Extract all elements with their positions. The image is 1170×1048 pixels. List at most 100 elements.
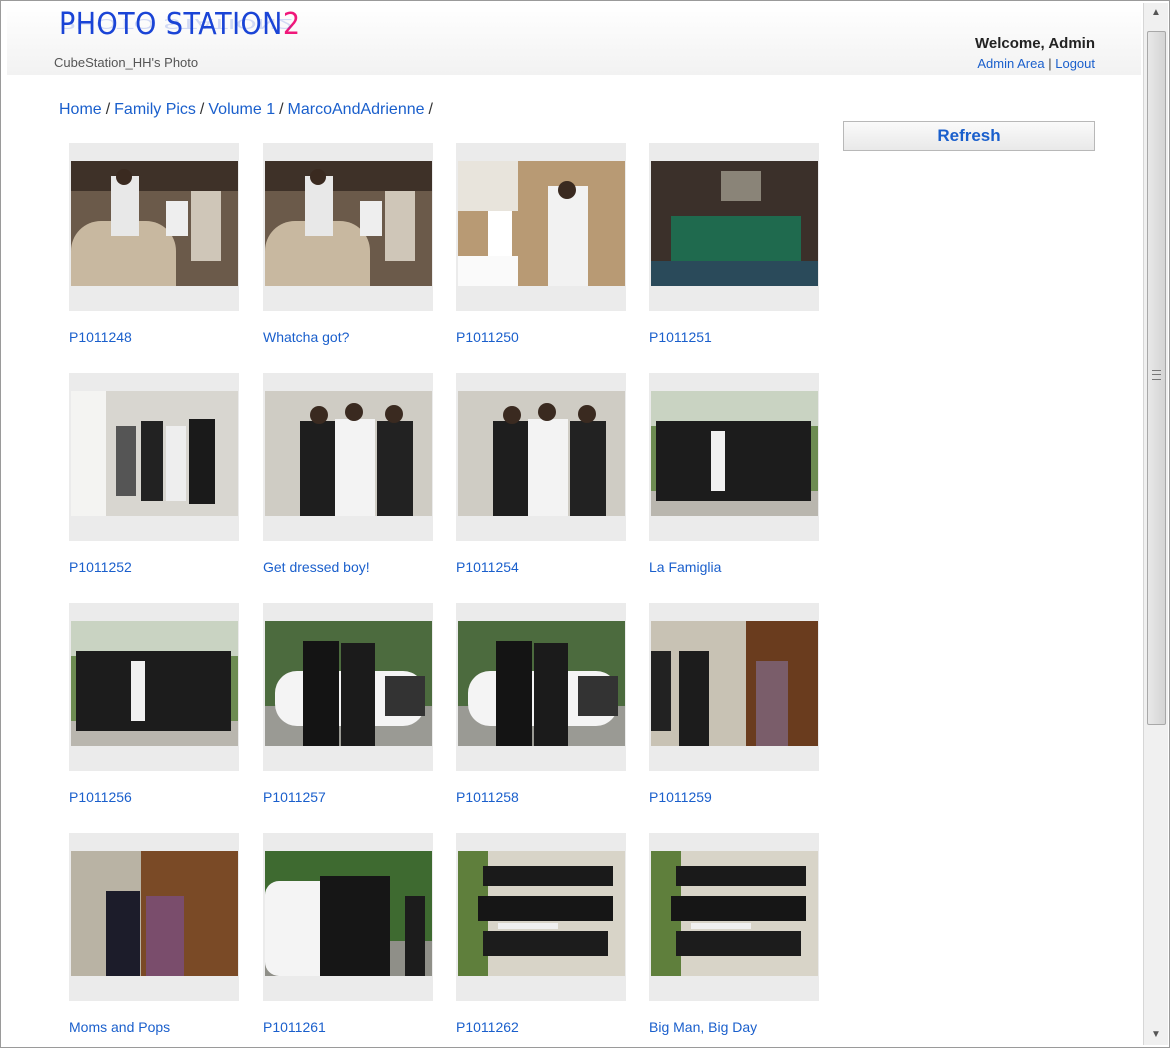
photo-shape <box>578 676 618 716</box>
breadcrumb-separator: / <box>428 101 433 118</box>
photo-shape <box>385 191 415 261</box>
photo-caption[interactable]: P1011258 <box>456 789 519 805</box>
photo-card[interactable]: P1011251 <box>649 143 819 345</box>
photo-shape <box>71 161 238 191</box>
photo-shape <box>405 896 425 976</box>
breadcrumb-album[interactable]: MarcoAndAdrienne <box>288 101 425 118</box>
photo-shape <box>478 896 613 921</box>
photo-shape <box>76 651 231 731</box>
photo-card[interactable]: P1011250 <box>456 143 626 345</box>
photo-card[interactable]: Big Man, Big Day <box>649 833 819 1035</box>
photo-shape <box>496 641 532 746</box>
photo-card[interactable]: P1011248 <box>69 143 239 345</box>
photo-caption[interactable]: P1011256 <box>69 789 132 805</box>
photo-card[interactable]: Whatcha got? <box>263 143 433 345</box>
photo-card[interactable]: P1011261 <box>263 833 433 1035</box>
grip-icon <box>1152 370 1161 380</box>
photo-thumbnail[interactable] <box>71 161 238 286</box>
photo-shape <box>335 419 375 516</box>
photo-card[interactable]: P1011254 <box>456 373 626 575</box>
photo-thumbnail[interactable] <box>71 621 238 746</box>
photo-shape <box>503 406 521 424</box>
breadcrumb-home[interactable]: Home <box>59 101 102 118</box>
scroll-down-arrow-icon[interactable]: ▼ <box>1144 1025 1168 1045</box>
photo-card[interactable]: P1011257 <box>263 603 433 805</box>
photo-shape <box>458 161 518 211</box>
photo-caption[interactable]: Get dressed boy! <box>263 559 370 575</box>
photo-card[interactable]: Get dressed boy! <box>263 373 433 575</box>
photo-thumbnail[interactable] <box>651 621 818 746</box>
photo-caption[interactable]: P1011261 <box>263 1019 326 1035</box>
photo-shape <box>385 676 425 716</box>
photo-shape <box>558 181 576 199</box>
photo-shape <box>111 176 139 236</box>
site-subtitle: CubeStation_HH's Photo <box>54 55 199 70</box>
photo-thumbnail[interactable] <box>265 161 432 286</box>
browser-page: PHOTO STATION2 PHOTO STATION2 CubeStatio… <box>0 0 1170 1048</box>
photo-thumbnail[interactable] <box>71 391 238 516</box>
breadcrumb-volume-1[interactable]: Volume 1 <box>208 101 275 118</box>
photo-shape <box>570 421 606 516</box>
breadcrumb-separator: / <box>105 101 111 118</box>
photo-thumbnail[interactable] <box>458 851 625 976</box>
photo-card[interactable]: Moms and Pops <box>69 833 239 1035</box>
photo-shape <box>528 419 568 516</box>
admin-area-link[interactable]: Admin Area <box>977 56 1044 71</box>
photo-caption[interactable]: Moms and Pops <box>69 1019 170 1035</box>
photo-shape <box>578 405 596 423</box>
photo-thumbnail[interactable] <box>458 391 625 516</box>
photo-caption[interactable]: Big Man, Big Day <box>649 1019 757 1035</box>
photo-caption[interactable]: La Famiglia <box>649 559 721 575</box>
photo-card[interactable]: La Famiglia <box>649 373 819 575</box>
breadcrumb-separator: / <box>279 101 284 118</box>
refresh-button[interactable]: Refresh <box>843 121 1095 151</box>
photo-card[interactable]: P1011259 <box>649 603 819 805</box>
photo-shape <box>679 651 709 746</box>
photo-thumbnail[interactable] <box>458 161 625 286</box>
breadcrumb-family-pics[interactable]: Family Pics <box>114 101 196 118</box>
breadcrumb-separator: / <box>199 101 205 118</box>
photo-caption[interactable]: P1011252 <box>69 559 132 575</box>
photo-shape <box>131 661 145 721</box>
scroll-up-arrow-icon[interactable]: ▲ <box>1144 3 1168 23</box>
photo-thumbnail[interactable] <box>651 161 818 286</box>
vertical-scrollbar[interactable]: ▲ ▼ <box>1143 3 1168 1045</box>
photo-caption[interactable]: P1011254 <box>456 559 519 575</box>
photo-shape <box>320 876 390 976</box>
scrollbar-thumb[interactable] <box>1147 31 1166 725</box>
photo-shape <box>711 431 725 491</box>
photo-shape <box>538 403 556 421</box>
photo-shape <box>71 391 106 516</box>
photo-shape <box>360 201 382 236</box>
photo-shape <box>534 643 568 746</box>
logout-link[interactable]: Logout <box>1055 56 1095 71</box>
photo-caption[interactable]: P1011250 <box>456 329 519 345</box>
photo-shape <box>345 403 363 421</box>
photo-card[interactable]: P1011252 <box>69 373 239 575</box>
photo-thumbnail[interactable] <box>265 851 432 976</box>
photo-caption[interactable]: P1011262 <box>456 1019 519 1035</box>
photo-thumbnail[interactable] <box>458 621 625 746</box>
photo-caption[interactable]: Whatcha got? <box>263 329 349 345</box>
photo-thumbnail[interactable] <box>651 391 818 516</box>
photo-shape <box>303 641 339 746</box>
photo-shape <box>106 891 140 976</box>
photo-caption[interactable]: P1011257 <box>263 789 326 805</box>
photo-thumbnail[interactable] <box>71 851 238 976</box>
photo-caption[interactable]: P1011259 <box>649 789 712 805</box>
photo-caption[interactable]: P1011251 <box>649 329 712 345</box>
photo-card[interactable]: P1011258 <box>456 603 626 805</box>
photo-card[interactable]: P1011262 <box>456 833 626 1035</box>
link-separator: | <box>1048 56 1052 71</box>
photo-shape <box>116 169 132 185</box>
photo-caption[interactable]: P1011248 <box>69 329 132 345</box>
photo-shape <box>141 421 163 501</box>
photo-shape <box>265 161 432 191</box>
photo-thumbnail[interactable] <box>265 621 432 746</box>
photo-shape <box>676 931 801 956</box>
photo-card[interactable]: P1011256 <box>69 603 239 805</box>
photo-thumbnail[interactable] <box>265 391 432 516</box>
photo-shape <box>656 421 811 501</box>
photo-thumbnail[interactable] <box>651 851 818 976</box>
site-header: PHOTO STATION2 PHOTO STATION2 CubeStatio… <box>7 3 1141 75</box>
